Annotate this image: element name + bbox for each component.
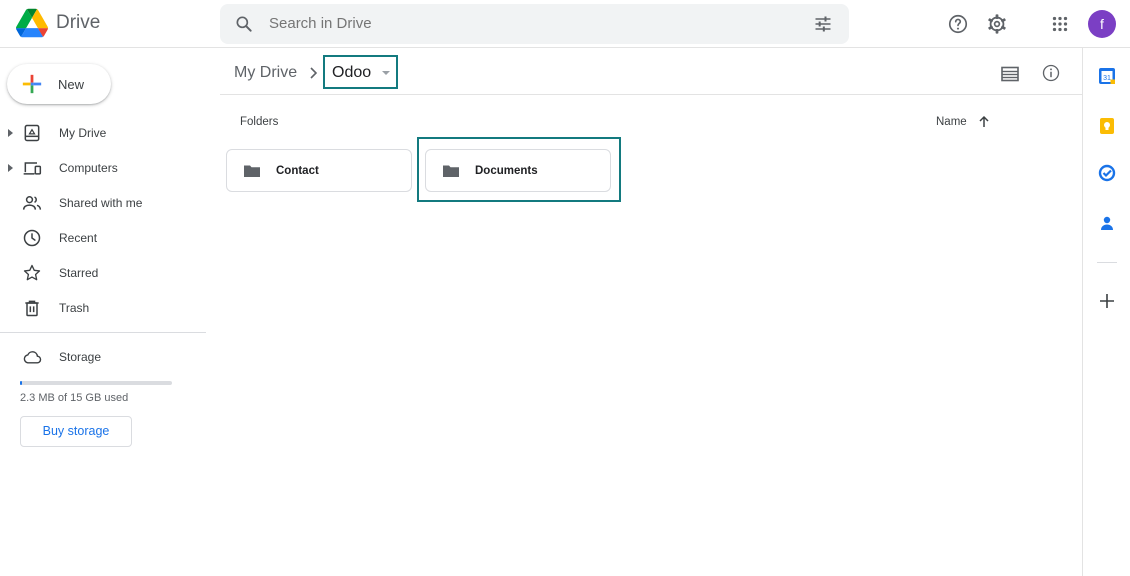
- right-rail-separator: [1097, 262, 1117, 263]
- buy-storage-button[interactable]: Buy storage: [20, 416, 132, 447]
- sidebar-divider: [0, 332, 206, 333]
- account-avatar[interactable]: f: [1088, 10, 1116, 38]
- expand-arrow-icon[interactable]: [8, 164, 13, 172]
- contacts-icon[interactable]: [1098, 214, 1116, 232]
- breadcrumb-my-drive[interactable]: My Drive: [234, 64, 297, 82]
- computers-icon: [23, 162, 42, 175]
- search-bar[interactable]: [220, 4, 849, 44]
- right-rail-divider: [1082, 48, 1083, 576]
- apps-grid-icon[interactable]: [1049, 13, 1071, 35]
- app-title: Drive: [56, 12, 101, 33]
- shared-with-me-icon: [22, 196, 42, 210]
- breadcrumb-current-label: Odoo: [332, 64, 372, 81]
- dropdown-caret-icon: [382, 71, 390, 75]
- sidebar-item-label: My Drive: [59, 126, 107, 140]
- storage-used-text: 2.3 MB of 15 GB used: [20, 392, 129, 404]
- folder-icon: [244, 165, 260, 177]
- sidebar-item-label: Shared with me: [59, 196, 143, 210]
- new-button-label: New: [58, 77, 85, 92]
- sidebar-item-my-drive[interactable]: My Drive: [0, 118, 206, 148]
- settings-icon[interactable]: [986, 13, 1008, 35]
- sort-ascending-icon[interactable]: [978, 115, 990, 128]
- cloud-icon: [23, 351, 42, 364]
- search-icon[interactable]: [234, 14, 254, 34]
- sidebar-item-recent[interactable]: Recent: [0, 223, 206, 253]
- sidebar-item-computers[interactable]: Computers: [0, 153, 206, 183]
- sidebar-item-label: Recent: [59, 231, 98, 245]
- sidebar-item-storage[interactable]: Storage: [0, 342, 206, 372]
- main-header-divider: [220, 94, 1082, 95]
- expand-arrow-icon[interactable]: [8, 129, 13, 137]
- tasks-icon[interactable]: [1098, 164, 1116, 182]
- folder-name: Contact: [276, 165, 319, 177]
- folder-tile[interactable]: Contact: [226, 149, 412, 192]
- sidebar-item-shared-with-me[interactable]: Shared with me: [0, 188, 206, 218]
- storage-progress-fill: [20, 381, 22, 385]
- search-input[interactable]: [269, 15, 769, 32]
- svg-text:31: 31: [1103, 75, 1111, 82]
- info-icon[interactable]: [1041, 63, 1061, 83]
- sidebar-item-label: Storage: [59, 350, 102, 364]
- breadcrumb-current-folder[interactable]: Odoo: [323, 55, 398, 89]
- help-icon[interactable]: [947, 13, 969, 35]
- sort-by-name[interactable]: Name: [936, 116, 967, 128]
- search-options-icon[interactable]: [813, 14, 833, 34]
- storage-progress-bar: [20, 381, 172, 385]
- calendar-icon[interactable]: 31: [1098, 67, 1116, 85]
- sidebar-item-label: Computers: [59, 161, 118, 175]
- star-icon: [23, 264, 41, 281]
- trash-icon: [25, 300, 39, 317]
- keep-icon[interactable]: [1098, 117, 1116, 135]
- my-drive-icon: [24, 124, 40, 142]
- sidebar-item-label: Trash: [59, 301, 90, 315]
- clock-icon: [23, 229, 41, 247]
- sidebar-item-label: Starred: [59, 266, 99, 280]
- plus-icon: [22, 74, 42, 94]
- new-button[interactable]: New: [7, 64, 111, 104]
- drive-logo-icon[interactable]: [16, 8, 48, 38]
- top-bar: Drive Search in Drive f: [0, 0, 1130, 48]
- list-view-icon[interactable]: [1001, 66, 1019, 82]
- highlight-box: [417, 137, 621, 202]
- sidebar-item-starred[interactable]: Starred: [0, 258, 206, 288]
- chevron-right-icon: [310, 67, 318, 79]
- add-icon[interactable]: [1098, 292, 1116, 310]
- folders-section-title: Folders: [240, 116, 279, 128]
- sidebar-item-trash[interactable]: Trash: [0, 293, 206, 323]
